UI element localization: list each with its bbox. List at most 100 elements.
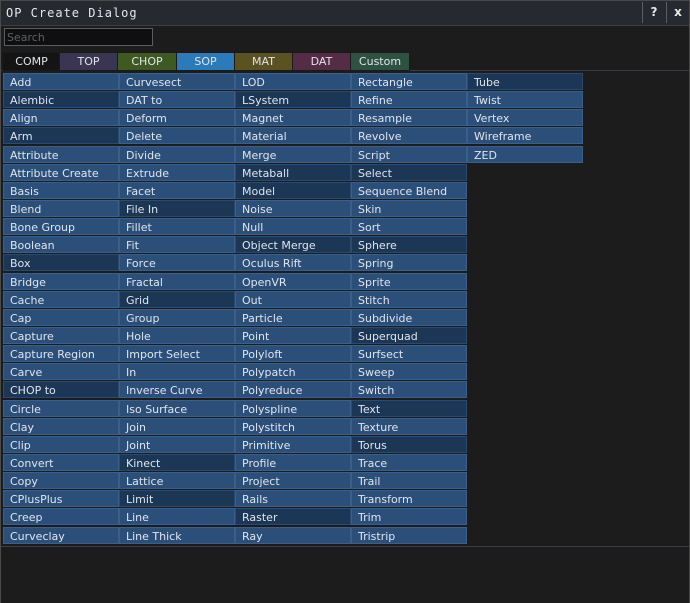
operator-item[interactable]: Hole (119, 326, 235, 344)
operator-item[interactable]: Tube (467, 73, 583, 90)
operator-item[interactable]: Revolve (351, 127, 467, 145)
operator-item[interactable]: Sphere (351, 236, 467, 254)
operator-item[interactable]: Profile (235, 453, 351, 471)
operator-item[interactable]: Capture Region (3, 345, 119, 363)
operator-item[interactable]: Text (351, 399, 467, 417)
operator-item[interactable]: Clay (3, 417, 119, 435)
operator-item[interactable]: Tristrip (351, 526, 467, 544)
operator-item[interactable]: Texture (351, 417, 467, 435)
operator-item[interactable]: Lattice (119, 472, 235, 490)
operator-item[interactable]: Out (235, 290, 351, 308)
operator-item[interactable]: Resample (351, 109, 467, 127)
tab-comp[interactable]: COMP (2, 52, 61, 71)
operator-item[interactable]: Sprite (351, 272, 467, 290)
operator-item[interactable]: Project (235, 472, 351, 490)
tab-chop[interactable]: CHOP (117, 52, 177, 71)
operator-item[interactable]: Stitch (351, 290, 467, 308)
operator-item[interactable]: Basis (3, 181, 119, 199)
operator-item[interactable]: Delete (119, 127, 235, 145)
operator-item[interactable]: Group (119, 308, 235, 326)
operator-item[interactable]: Kinect (119, 453, 235, 471)
operator-item[interactable]: Join (119, 417, 235, 435)
operator-item[interactable]: Cache (3, 290, 119, 308)
operator-item[interactable]: Magnet (235, 109, 351, 127)
operator-item[interactable]: Creep (3, 508, 119, 526)
operator-item[interactable]: Sort (351, 218, 467, 236)
operator-item[interactable]: In (119, 363, 235, 381)
tab-top[interactable]: TOP (59, 52, 118, 71)
operator-item[interactable]: Convert (3, 453, 119, 471)
operator-item[interactable]: Point (235, 326, 351, 344)
operator-item[interactable]: Deform (119, 109, 235, 127)
operator-item[interactable]: Bridge (3, 272, 119, 290)
tab-mat[interactable]: MAT (234, 52, 293, 71)
operator-item[interactable]: Force (119, 254, 235, 272)
operator-item[interactable]: Switch (351, 381, 467, 399)
operator-item[interactable]: Trail (351, 472, 467, 490)
title-bar[interactable]: OP Create Dialog ? x (1, 1, 689, 26)
operator-item[interactable]: File In (119, 199, 235, 217)
operator-item[interactable]: Copy (3, 472, 119, 490)
operator-item[interactable]: Grid (119, 290, 235, 308)
operator-item[interactable]: Noise (235, 199, 351, 217)
operator-item[interactable]: Oculus Rift (235, 254, 351, 272)
operator-item[interactable]: Circle (3, 399, 119, 417)
operator-item[interactable]: Import Select (119, 345, 235, 363)
close-button[interactable]: x (666, 2, 689, 23)
operator-item[interactable]: Line (119, 508, 235, 526)
operator-item[interactable]: Spring (351, 254, 467, 272)
operator-item[interactable]: Iso Surface (119, 399, 235, 417)
operator-item[interactable]: Attribute (3, 145, 119, 163)
operator-item[interactable]: Arm (3, 127, 119, 145)
operator-item[interactable]: Add (3, 73, 119, 90)
operator-item[interactable]: Alembic (3, 91, 119, 109)
operator-item[interactable]: Select (351, 163, 467, 181)
search-input[interactable] (4, 28, 153, 46)
operator-item[interactable]: Capture (3, 326, 119, 344)
operator-item[interactable]: Attribute Create (3, 163, 119, 181)
operator-item[interactable]: Fractal (119, 272, 235, 290)
operator-item[interactable]: Polystitch (235, 417, 351, 435)
operator-item[interactable]: Transform (351, 490, 467, 508)
operator-item[interactable]: Raster (235, 508, 351, 526)
operator-item[interactable]: Inverse Curve (119, 381, 235, 399)
operator-item[interactable]: Curvesect (119, 73, 235, 90)
operator-item[interactable]: Polypatch (235, 363, 351, 381)
operator-item[interactable]: Polyloft (235, 345, 351, 363)
operator-item[interactable]: Carve (3, 363, 119, 381)
operator-item[interactable]: Clip (3, 435, 119, 453)
tab-custom[interactable]: Custom (350, 52, 410, 71)
operator-item[interactable]: Skin (351, 199, 467, 217)
tab-sop[interactable]: SOP (176, 52, 235, 71)
operator-item[interactable]: Torus (351, 435, 467, 453)
operator-item[interactable]: Boolean (3, 236, 119, 254)
operator-item[interactable]: Align (3, 109, 119, 127)
operator-item[interactable]: Trim (351, 508, 467, 526)
operator-item[interactable]: CPlusPlus (3, 490, 119, 508)
operator-item[interactable]: CHOP to (3, 381, 119, 399)
operator-item[interactable]: DAT to (119, 91, 235, 109)
operator-item[interactable]: Fit (119, 236, 235, 254)
operator-item[interactable]: ZED (467, 145, 583, 163)
operator-item[interactable]: Sequence Blend (351, 181, 467, 199)
operator-item[interactable]: Superquad (351, 326, 467, 344)
operator-item[interactable]: Polyspline (235, 399, 351, 417)
help-button[interactable]: ? (642, 2, 665, 23)
operator-item[interactable]: Sweep (351, 363, 467, 381)
operator-item[interactable]: Merge (235, 145, 351, 163)
operator-item[interactable]: Rails (235, 490, 351, 508)
operator-item[interactable]: Rectangle (351, 73, 467, 90)
operator-item[interactable]: LOD (235, 73, 351, 90)
operator-item[interactable]: Trace (351, 453, 467, 471)
operator-item[interactable]: Curveclay (3, 526, 119, 544)
operator-item[interactable]: Model (235, 181, 351, 199)
operator-item[interactable]: Script (351, 145, 467, 163)
operator-item[interactable]: Subdivide (351, 308, 467, 326)
operator-item[interactable]: Null (235, 218, 351, 236)
operator-item[interactable]: Primitive (235, 435, 351, 453)
operator-item[interactable]: Cap (3, 308, 119, 326)
operator-item[interactable]: OpenVR (235, 272, 351, 290)
operator-item[interactable]: LSystem (235, 91, 351, 109)
operator-item[interactable]: Refine (351, 91, 467, 109)
operator-item[interactable]: Vertex (467, 109, 583, 127)
